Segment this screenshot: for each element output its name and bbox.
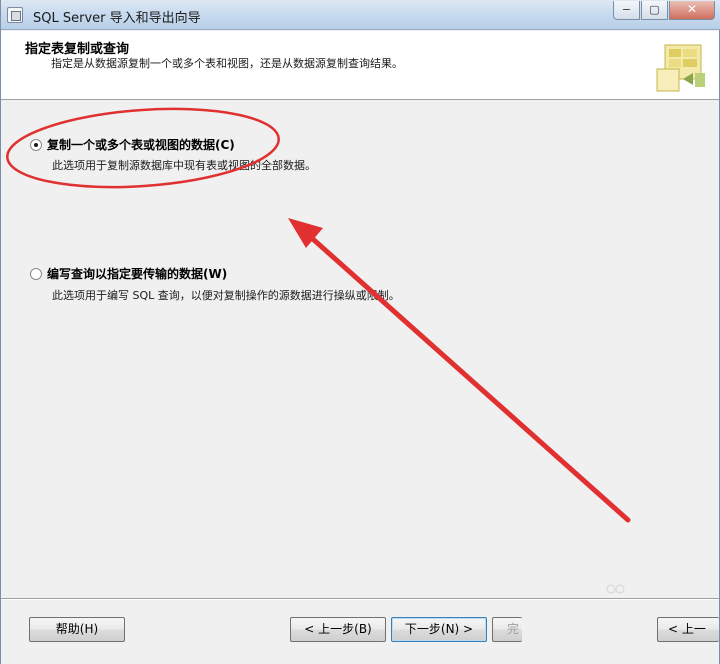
window-title: SQL Server 导入和导出向导 bbox=[33, 11, 201, 26]
option-write-query-description: 此选项用于编写 SQL 查询，以便对复制操作的源数据进行操纵或限制。 bbox=[52, 289, 400, 302]
finish-button[interactable]: 完 bbox=[492, 617, 522, 642]
app-icon bbox=[7, 7, 23, 23]
close-button[interactable]: ✕ bbox=[669, 1, 715, 20]
faint-watermark-mark bbox=[606, 584, 625, 594]
radio-copy-tables[interactable] bbox=[30, 138, 42, 151]
back-button[interactable]: < 上一步(B) bbox=[290, 617, 386, 642]
help-button[interactable]: 帮助(H) bbox=[29, 617, 125, 642]
option-copy-tables-label[interactable]: 复制一个或多个表或视图的数据(C) bbox=[47, 136, 235, 153]
wizard-header: 指定表复制或查询 指定是从数据源复制一个或多个表和视图，还是从数据源复制查询结果… bbox=[1, 31, 719, 100]
option-write-query[interactable]: 编写查询以指定要传输的数据(W) bbox=[30, 265, 227, 282]
title-bar[interactable]: SQL Server 导入和导出向导 − ▢ ✕ bbox=[1, 0, 720, 30]
next-button[interactable]: 下一步(N) > bbox=[391, 617, 487, 642]
minimize-button[interactable]: − bbox=[613, 1, 640, 20]
page-subtitle: 指定是从数据源复制一个或多个表和视图，还是从数据源复制查询结果。 bbox=[51, 57, 403, 70]
wizard-footer: 帮助(H) < 上一步(B) 下一步(N) > 完 < 上一 bbox=[1, 600, 719, 664]
maximize-button[interactable]: ▢ bbox=[641, 1, 668, 20]
option-copy-tables-description: 此选项用于复制源数据库中现有表或视图的全部数据。 bbox=[52, 159, 316, 172]
cancel-button[interactable]: < 上一 bbox=[657, 617, 719, 642]
wizard-table-icon bbox=[655, 41, 707, 93]
wizard-window: SQL Server 导入和导出向导 − ▢ ✕ 指定表复制或查询 指定是从数据… bbox=[0, 0, 720, 664]
wizard-content: 复制一个或多个表或视图的数据(C) 此选项用于复制源数据库中现有表或视图的全部数… bbox=[1, 101, 719, 597]
window-controls: − ▢ ✕ bbox=[612, 1, 715, 20]
option-write-query-label[interactable]: 编写查询以指定要传输的数据(W) bbox=[47, 265, 227, 282]
radio-write-query[interactable] bbox=[30, 267, 42, 280]
option-copy-tables[interactable]: 复制一个或多个表或视图的数据(C) bbox=[30, 136, 235, 153]
